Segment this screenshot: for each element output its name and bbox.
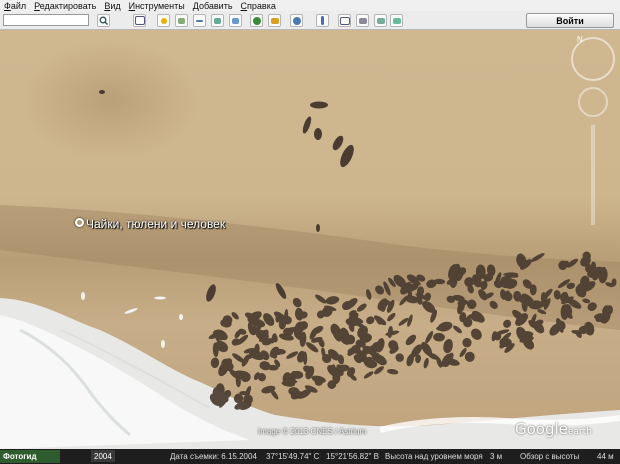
tour-guide-button[interactable]: Фотогид xyxy=(0,450,60,463)
search-button[interactable] xyxy=(97,14,110,27)
aerial-imagery xyxy=(0,90,620,449)
seal xyxy=(315,294,327,304)
seal xyxy=(395,353,404,362)
seal xyxy=(453,325,462,334)
historical-imagery-button[interactable] xyxy=(250,14,263,27)
seal xyxy=(405,334,417,346)
search-icon xyxy=(99,16,108,25)
seal xyxy=(387,312,396,322)
save-image-button[interactable] xyxy=(374,14,387,27)
seal xyxy=(387,368,399,375)
compass-north-label: N xyxy=(577,35,583,44)
maps-icon xyxy=(392,17,401,24)
status-bar: Фотогид 2004 Дата съемки: 6.15.2004 37°1… xyxy=(0,449,620,464)
add-overlay-button[interactable] xyxy=(211,14,224,27)
latitude: 37°15'49.74" С xyxy=(266,452,320,461)
map-view[interactable]: Чайки, тюлени и человек Image © 2013 CNE… xyxy=(0,30,620,449)
google-earth-logo: Googleearth xyxy=(515,420,592,438)
planet-icon xyxy=(292,16,301,25)
seal xyxy=(443,338,453,354)
longitude: 15°21'56.82" В xyxy=(326,452,379,461)
seal xyxy=(388,340,399,351)
seal xyxy=(302,351,308,365)
logo-suffix: earth xyxy=(567,427,592,437)
timeline-year[interactable]: 2004 xyxy=(91,450,115,462)
seal xyxy=(363,371,374,379)
menu-help[interactable]: Справка xyxy=(237,1,280,11)
view-in-maps-button[interactable] xyxy=(390,14,403,27)
sun-icon xyxy=(270,17,279,24)
seal xyxy=(232,353,245,363)
email-button[interactable] xyxy=(338,14,351,27)
polygon-icon xyxy=(178,17,185,24)
logo-text: Google xyxy=(515,420,568,438)
placemark-label[interactable]: Чайки, тюлени и человек xyxy=(86,217,225,231)
clock-icon xyxy=(252,16,261,25)
print-icon xyxy=(358,17,367,24)
pin-icon xyxy=(160,17,167,24)
menu-add[interactable]: Добавить xyxy=(189,1,237,11)
menu-file[interactable]: Файл xyxy=(0,1,30,11)
image-icon xyxy=(376,17,385,24)
sidebar-toggle-button[interactable] xyxy=(133,14,146,27)
seal xyxy=(292,297,302,308)
seal xyxy=(503,319,512,328)
eye-altitude-label: Обзор с высоты xyxy=(520,452,580,461)
seal xyxy=(425,331,434,344)
seal xyxy=(356,303,367,312)
zoom-slider[interactable] xyxy=(591,125,595,225)
menu-tools[interactable]: Инструменты xyxy=(125,1,189,11)
toolbar: Войти xyxy=(0,11,620,30)
seal xyxy=(210,357,220,369)
seal xyxy=(433,332,445,342)
sunlight-button[interactable] xyxy=(268,14,281,27)
seal xyxy=(325,296,340,305)
overlay-icon xyxy=(214,17,221,24)
ruler-icon xyxy=(321,16,324,25)
sidebar-icon xyxy=(134,16,145,25)
seal xyxy=(437,321,453,332)
record-tour-button[interactable] xyxy=(229,14,242,27)
login-button[interactable]: Войти xyxy=(526,13,614,28)
seal xyxy=(286,351,299,359)
tour-icon xyxy=(232,17,239,24)
imagery-date: Дата съемки: 6.15.2004 xyxy=(170,452,257,461)
print-button[interactable] xyxy=(356,14,369,27)
ruler-button[interactable] xyxy=(316,14,329,27)
seal xyxy=(462,338,472,348)
mail-icon xyxy=(339,16,350,25)
seal xyxy=(470,328,482,340)
search-input[interactable] xyxy=(3,14,89,26)
add-placemark-button[interactable] xyxy=(157,14,170,27)
elevation-label: Высота над уровнем моря xyxy=(385,452,483,461)
eye-altitude-value: 44 м xyxy=(597,452,614,461)
placemark-icon[interactable] xyxy=(75,218,84,227)
seal xyxy=(423,357,429,369)
add-polygon-button[interactable] xyxy=(175,14,188,27)
menu-bar: Файл Редактировать Вид Инструменты Добав… xyxy=(0,0,620,11)
menu-view[interactable]: Вид xyxy=(100,1,124,11)
seal xyxy=(387,325,393,339)
planets-button[interactable] xyxy=(290,14,303,27)
menu-edit[interactable]: Редактировать xyxy=(30,1,100,11)
pan-control[interactable] xyxy=(578,87,608,117)
path-icon xyxy=(196,19,203,22)
elevation-value: 3 м xyxy=(490,452,503,461)
seal xyxy=(464,351,475,362)
add-path-button[interactable] xyxy=(193,14,206,27)
seal xyxy=(270,389,279,400)
imagery-copyright: Image © 2013 CNES / Astrium xyxy=(258,427,367,436)
